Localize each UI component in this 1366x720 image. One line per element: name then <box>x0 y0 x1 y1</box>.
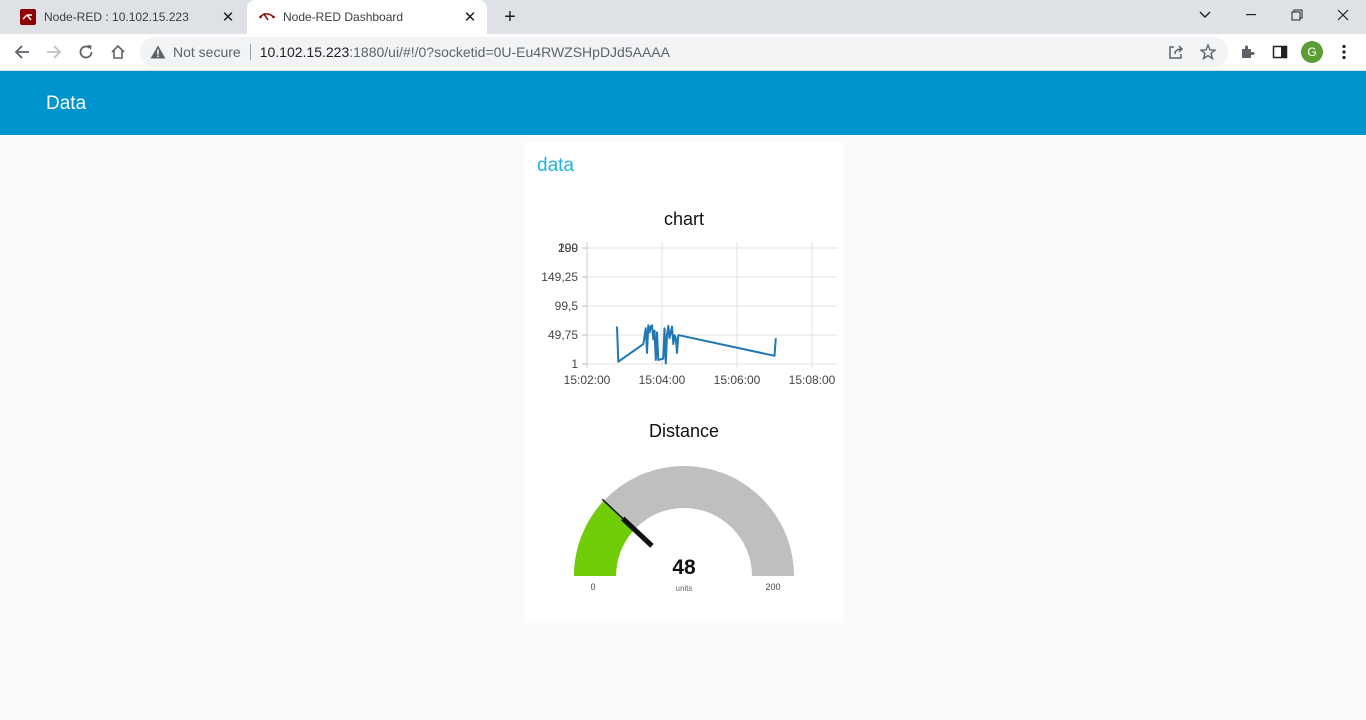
dashboard-toolbar: Data <box>0 71 1366 135</box>
browser-toolbar: Not secure 10.102.15.223:1880/ui/#!/0?so… <box>0 34 1366 71</box>
y-tick-label: 99,5 <box>555 299 579 313</box>
close-window-button[interactable] <box>1320 0 1366 30</box>
home-icon[interactable] <box>105 39 131 65</box>
node-red-favicon-icon <box>259 9 275 25</box>
menu-kebab-icon[interactable] <box>1332 40 1356 64</box>
tab-title: Node-RED : 10.102.15.223 <box>44 10 189 24</box>
chart-title: chart <box>663 209 705 229</box>
x-tick-label: 15:04:00 <box>639 373 686 387</box>
address-bar[interactable]: Not secure 10.102.15.223:1880/ui/#!/0?so… <box>140 37 1228 67</box>
y-tick-label: 1 <box>571 357 578 371</box>
x-tick-label: 15:06:00 <box>714 373 761 387</box>
security-label: Not secure <box>173 44 241 60</box>
tab-node-red-dashboard[interactable]: Node-RED Dashboard ✕ <box>247 0 487 34</box>
close-tab-icon[interactable]: ✕ <box>217 6 239 28</box>
extensions-puzzle-icon[interactable] <box>1236 40 1260 64</box>
share-icon[interactable] <box>1166 42 1186 62</box>
x-tick-label: 15:02:00 <box>564 373 611 387</box>
node-red-favicon-icon <box>20 9 36 25</box>
gauge-units: units <box>676 584 693 593</box>
side-panel-icon[interactable] <box>1268 40 1292 64</box>
minimize-button[interactable] <box>1228 0 1274 30</box>
tab-search-chevron-down-icon[interactable] <box>1182 0 1228 30</box>
distance-gauge: 48 units 0 200 <box>574 466 794 593</box>
restore-button[interactable] <box>1274 0 1320 30</box>
series-line <box>616 324 777 365</box>
bookmark-star-icon[interactable] <box>1198 42 1218 62</box>
gauge-title: Distance <box>648 421 720 441</box>
divider <box>249 44 251 60</box>
gauge-max-label: 200 <box>765 582 780 592</box>
tab-title: Node-RED Dashboard <box>283 10 404 24</box>
tab-strip: Node-RED : 10.102.15.223 ✕ Node-RED Dash… <box>0 0 1366 34</box>
line-chart: 200149,2599,549,75119915:02:00 15:04:00 15… <box>541 241 837 387</box>
back-arrow-icon[interactable] <box>9 39 35 65</box>
url-text[interactable]: 10.102.15.223:1880/ui/#!/0?socketid=0U-E… <box>260 44 670 60</box>
y-tick-label: 149,25 <box>541 270 578 284</box>
page-title: Data <box>46 93 87 114</box>
group-title: data <box>537 155 574 176</box>
url-path: :1880/ui/#!/0?socketid=0U-Eu4RWZSHpDJd5A… <box>349 44 670 60</box>
close-tab-icon[interactable]: ✕ <box>459 6 481 28</box>
reload-icon[interactable] <box>73 39 99 65</box>
y-tick-label: 49,75 <box>548 328 578 342</box>
y-tick-label: 199 <box>558 241 578 255</box>
profile-avatar[interactable]: G <box>1300 40 1324 64</box>
x-tick-label: 15:08:00 <box>789 373 836 387</box>
tab-node-red-editor[interactable]: Node-RED : 10.102.15.223 ✕ <box>8 0 245 34</box>
group-card: data chart 200 149,25 99,5 49,75 1 199 15:02:0… <box>524 142 844 623</box>
gauge-min-label: 0 <box>590 582 595 592</box>
gauge-value: 48 <box>672 556 696 579</box>
url-host: 10.102.15.223 <box>259 44 350 60</box>
new-tab-button[interactable]: + <box>498 5 522 29</box>
warning-icon[interactable] <box>150 44 166 60</box>
avatar: G <box>1301 41 1323 63</box>
forward-arrow-icon[interactable] <box>41 39 67 65</box>
